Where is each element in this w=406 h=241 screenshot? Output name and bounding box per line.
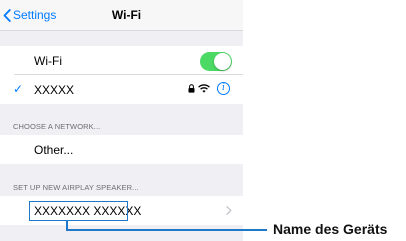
info-icon[interactable]: i (217, 82, 230, 95)
wifi-toggle-row: Wi-Fi (0, 46, 243, 75)
wifi-toggle[interactable] (200, 52, 232, 71)
chevron-right-icon (226, 206, 232, 215)
wifi-icon (198, 84, 210, 93)
navigation-bar: Settings Wi-Fi (0, 0, 243, 31)
other-network-row[interactable]: Other... (0, 135, 243, 164)
device-name-highlight (29, 201, 128, 221)
network-name: XXXXX (34, 83, 75, 97)
choose-network-header: CHOOSE A NETWORK... (13, 122, 101, 131)
connected-network-row[interactable]: ✓ XXXXX i (0, 75, 243, 104)
toggle-knob (214, 53, 231, 70)
annotation-label: Name des Geräts (273, 221, 388, 237)
other-network-label: Other... (34, 143, 74, 157)
airplay-header: SET UP NEW AIRPLAY SPEAKER... (13, 183, 139, 192)
page-title: Wi-Fi (111, 8, 142, 22)
checkmark-icon: ✓ (13, 82, 24, 96)
lock-icon (188, 84, 195, 93)
annotation-line-horizontal (66, 229, 267, 231)
wifi-label: Wi-Fi (34, 54, 62, 68)
